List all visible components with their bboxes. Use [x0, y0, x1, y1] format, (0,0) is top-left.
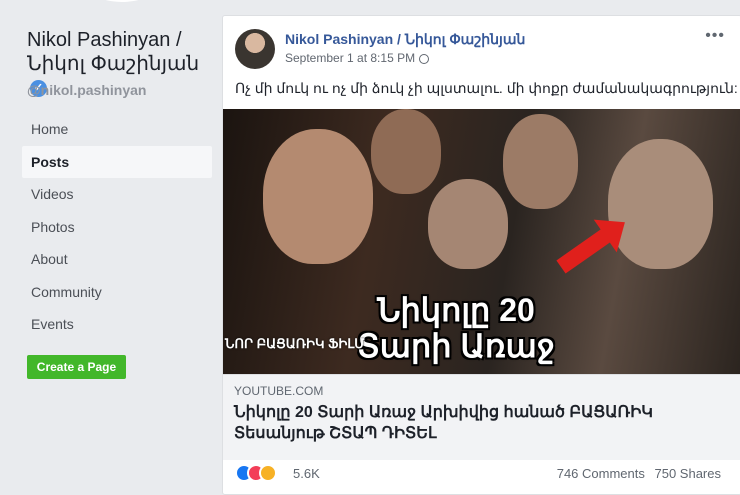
video-thumbnail[interactable]: Նիկոլը 20 Տարի Առաջ ՆՈՐ ԲԱՑԱՌԻԿ ՖԻԼՄ: [223, 109, 740, 374]
nav-item-photos[interactable]: Photos: [22, 211, 212, 243]
create-page-button[interactable]: Create a Page: [27, 355, 126, 379]
link-domain: YOUTUBE.COM: [234, 384, 324, 398]
post-card: Nikol Pashinyan / Նիկոլ Փաշինյան Septemb…: [222, 15, 740, 495]
post-stats: 746 Comments 750 Shares: [557, 466, 721, 481]
thumbnail-person-3: [428, 179, 508, 269]
post-meta: September 1 at 8:15 PM: [285, 51, 430, 65]
left-sidebar: Nikol Pashinyan / Նիկոլ Փաշինյան✓ @nikol…: [0, 0, 222, 490]
globe-icon: [419, 53, 430, 64]
post-author[interactable]: Nikol Pashinyan / Նիկոլ Փաշինյան: [285, 31, 525, 48]
profile-picture[interactable]: [72, 0, 172, 2]
nav-item-community[interactable]: Community: [22, 276, 212, 308]
nav-item-posts[interactable]: Posts: [22, 145, 212, 178]
comments-count[interactable]: 746 Comments: [557, 466, 645, 481]
post-text: Ոչ մի մուկ ու ոչ մի ձուկ չի պլստալու. մի…: [235, 80, 738, 96]
thumbnail-corner-text: ՆՈՐ ԲԱՑԱՌԻԿ ՖԻԼՄ: [225, 336, 365, 351]
page-handle[interactable]: @nikol.pashinyan: [27, 82, 146, 98]
link-preview[interactable]: YOUTUBE.COM Նիկոլը 20 Տարի Առաջ Արխիվից …: [223, 374, 740, 460]
thumbnail-person-1: [263, 129, 373, 264]
thumbnail-title: Նիկոլը 20 Տարի Առաջ: [357, 292, 555, 364]
haha-reaction-icon: [259, 464, 277, 482]
page-nav: Home Posts Videos Photos About Community…: [22, 113, 212, 341]
thumbnail-person-2: [371, 109, 441, 194]
page-name-text[interactable]: Nikol Pashinyan / Նիկոլ Փաշինյան: [27, 29, 199, 75]
nav-item-events[interactable]: Events: [22, 308, 212, 340]
reactions-count[interactable]: 5.6K: [293, 466, 320, 481]
post-timestamp[interactable]: September 1 at 8:15 PM: [285, 51, 415, 65]
thumbnail-person-5: [608, 139, 713, 269]
nav-item-home[interactable]: Home: [22, 113, 212, 145]
thumbnail-person-4: [503, 114, 578, 209]
more-options-icon[interactable]: •••: [705, 27, 725, 45]
author-avatar[interactable]: [235, 29, 275, 69]
link-title[interactable]: Նիկոլը 20 Տարի Առաջ Արխիվից հանած ԲԱՑԱՌԻ…: [234, 402, 714, 444]
nav-item-about[interactable]: About: [22, 243, 212, 275]
nav-item-videos[interactable]: Videos: [22, 178, 212, 210]
red-arrow-graphic: [556, 227, 614, 274]
shares-count[interactable]: 750 Shares: [655, 466, 722, 481]
